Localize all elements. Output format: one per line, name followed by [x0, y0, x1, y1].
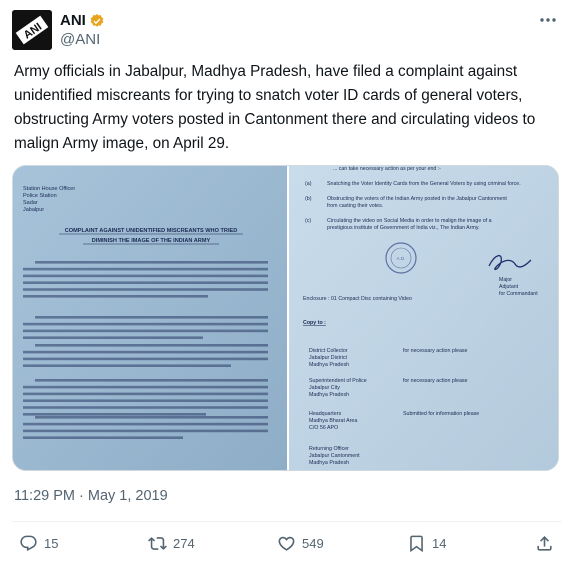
document-title-line1: COMPLAINT AGAINST UNIDENTIFIED MISCREANT… — [65, 228, 238, 234]
document-text-line — [23, 399, 268, 402]
document-top-line: ... can take necessary action as per you… — [333, 166, 441, 172]
like-count: 549 — [302, 536, 324, 551]
retweet-count: 274 — [173, 536, 195, 551]
address-line: Sadar — [23, 200, 38, 206]
retweet-button[interactable]: 274 — [148, 534, 195, 553]
verified-badge-icon — [90, 14, 104, 27]
reply-button[interactable]: 15 — [19, 534, 58, 553]
tweet-image[interactable]: Station House Officer Police Station Sad… — [12, 165, 559, 471]
like-button[interactable]: 549 — [277, 534, 324, 553]
tweet-header: ANI ANI @ANI — [12, 10, 562, 50]
document-point-c: (c) Circulating the video on Social Medi… — [305, 218, 492, 231]
document-text-line — [35, 261, 268, 264]
svg-text:Circulating the video on Socia: Circulating the video on Social Media in… — [327, 218, 492, 224]
svg-text:Madhya Pradesh: Madhya Pradesh — [309, 362, 349, 368]
document-text-line — [35, 379, 268, 382]
divider — [12, 521, 562, 522]
signature-line: Major — [499, 277, 512, 283]
svg-text:(a): (a) — [305, 181, 312, 187]
document-text-line — [23, 357, 268, 361]
tweet-text: Army officials in Jabalpur, Madhya Prade… — [14, 63, 536, 152]
document-title-line2: DIMINISH THE IMAGE OF THE INDIAN ARMY — [92, 238, 211, 244]
svg-text:Jabalpur City: Jabalpur City — [309, 385, 340, 391]
svg-text:Returning Officer: Returning Officer — [309, 446, 349, 452]
share-icon — [537, 536, 552, 551]
address-line: Station House Officer — [23, 186, 75, 192]
document-text-line — [35, 316, 268, 319]
document-copy-to: Copy to : — [303, 320, 326, 326]
svg-text:Submitted for information plea: Submitted for information please — [403, 411, 479, 417]
bookmark-icon — [410, 535, 423, 553]
author-name-row[interactable]: ANI — [60, 12, 105, 30]
address-line: Police Station — [23, 193, 57, 199]
share-button[interactable] — [535, 534, 554, 553]
document-text-line — [23, 281, 268, 284]
svg-text:prestigious institute of Gover: prestigious institute of Government of I… — [327, 225, 480, 231]
svg-text:(b): (b) — [305, 196, 312, 202]
document-text-line — [23, 385, 268, 389]
heart-icon — [278, 536, 295, 551]
document-text-line — [23, 436, 183, 439]
svg-text:Jabalpur District: Jabalpur District — [309, 355, 348, 361]
document-text-line — [23, 295, 208, 298]
document-text-line — [23, 429, 268, 433]
retweet-icon — [148, 537, 167, 550]
document-text-line — [35, 344, 268, 347]
document-text-line — [23, 406, 268, 409]
document-text-line — [23, 322, 268, 326]
tweet-timestamp[interactable]: 11:29 PM · May 1, 2019 — [14, 488, 168, 504]
author-display-name[interactable]: ANI — [60, 12, 86, 30]
document-text-line — [23, 392, 268, 396]
svg-text:Madhya Pradesh: Madhya Pradesh — [309, 392, 349, 398]
document-text-line — [23, 274, 268, 278]
document-photo: Station House Officer Police Station Sad… — [13, 166, 558, 470]
svg-text:(c): (c) — [305, 218, 311, 224]
svg-text:Jabalpur Cantonment: Jabalpur Cantonment — [309, 453, 360, 459]
document-point-a: (a) Snatching the Voter Identity Cards f… — [305, 181, 521, 187]
document-text-line — [23, 336, 203, 339]
reply-icon — [20, 535, 37, 552]
svg-text:District Collector: District Collector — [309, 348, 348, 354]
signature-line: for Commandant — [499, 291, 538, 297]
svg-text:for necessary action please: for necessary action please — [403, 378, 468, 384]
svg-text:Madhya Bharat Area: Madhya Bharat Area — [309, 418, 357, 424]
svg-text:Superintendent of Police: Superintendent of Police — [309, 378, 367, 384]
avatar[interactable]: ANI — [12, 10, 52, 50]
more-options-icon[interactable] — [538, 12, 558, 28]
ani-logo-icon: ANI — [12, 10, 52, 50]
address-line: Jabalpur — [23, 207, 44, 213]
author-handle[interactable]: @ANI — [60, 31, 100, 49]
document-text-line — [23, 267, 268, 271]
svg-text:for necessary action please: for necessary action please — [403, 348, 468, 354]
document-enclosure: Enclosure : 01 Compact Disc containing V… — [303, 296, 412, 302]
document-text-line — [23, 364, 231, 367]
reply-count: 15 — [44, 536, 59, 551]
signature-line: Adjutant — [499, 284, 519, 290]
document-text-line — [23, 329, 268, 333]
svg-text:Headquarters: Headquarters — [309, 411, 341, 417]
svg-text:A.D.: A.D. — [397, 256, 406, 261]
svg-text:C/O 56 APO: C/O 56 APO — [309, 425, 338, 431]
point-b-text: Obstructing the voters of the Indian Arm… — [327, 196, 507, 202]
document-text-line — [23, 422, 268, 426]
document-text-line — [23, 350, 268, 354]
document-text-line — [23, 413, 206, 416]
tweet-actions: 15 274 549 14 — [0, 534, 574, 558]
bookmark-button[interactable]: 14 — [407, 534, 446, 553]
bookmark-count: 14 — [432, 536, 447, 551]
document-text-line — [35, 416, 268, 419]
document-text-line — [23, 288, 268, 291]
svg-text:Madhya Pradesh: Madhya Pradesh — [309, 460, 349, 466]
svg-text:Snatching the Voter Identity C: Snatching the Voter Identity Cards from … — [327, 181, 521, 187]
svg-text:from casting their votes.: from casting their votes. — [327, 203, 383, 209]
